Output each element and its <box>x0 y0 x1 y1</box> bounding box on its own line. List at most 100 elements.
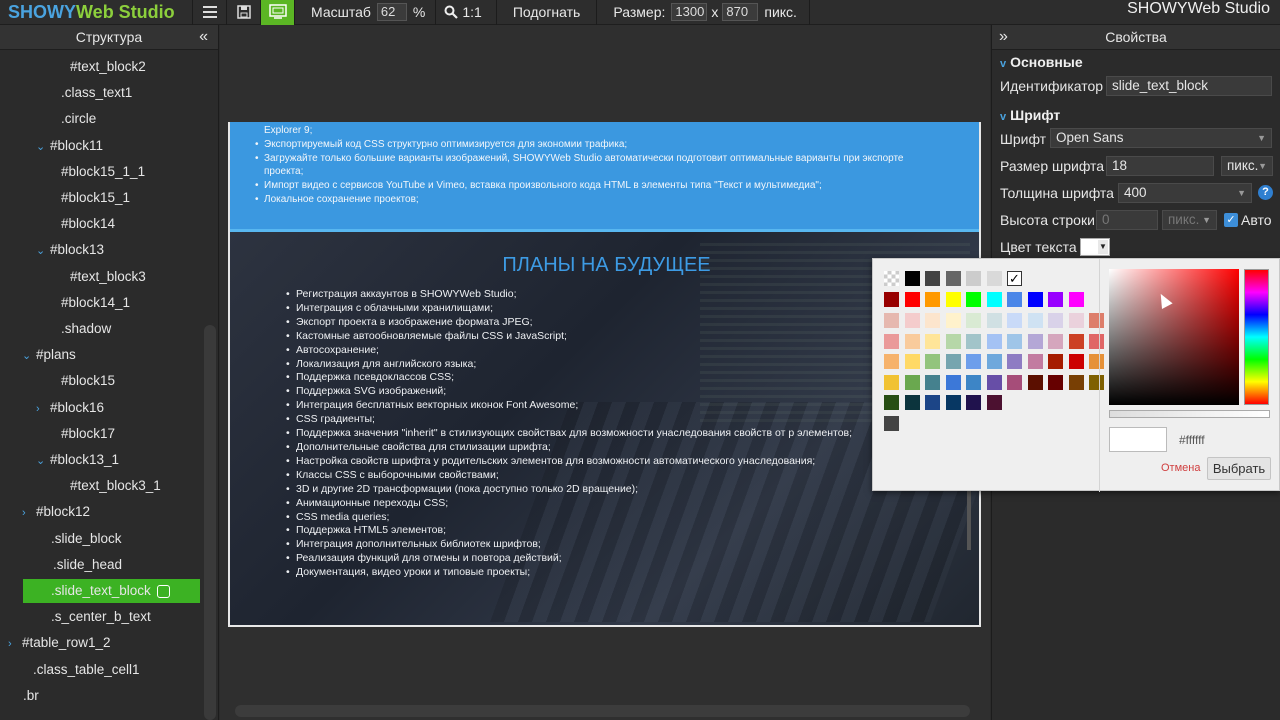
color-swatch[interactable] <box>986 313 1002 328</box>
color-swatch[interactable] <box>1048 292 1063 307</box>
collapse-panel-icon[interactable]: « <box>199 28 208 46</box>
tree-item[interactable]: #block15_1 <box>61 186 130 210</box>
color-swatch[interactable] <box>945 333 961 349</box>
font-size-input[interactable]: 18 <box>1106 156 1214 176</box>
tree-item[interactable]: #text_block3 <box>70 265 146 289</box>
font-size-units-select[interactable]: пикс. ▼ <box>1221 156 1273 176</box>
tree-item[interactable]: .class_table_cell1 <box>33 658 140 682</box>
color-swatch[interactable] <box>884 415 899 431</box>
color-swatch[interactable] <box>1007 354 1022 369</box>
tree-item[interactable]: .circle <box>61 107 96 131</box>
color-swatch[interactable] <box>884 313 899 328</box>
color-swatch[interactable] <box>966 313 981 328</box>
color-swatch[interactable] <box>884 333 899 349</box>
color-swatch[interactable] <box>1027 292 1043 307</box>
menu-button[interactable] <box>192 0 226 25</box>
tree-item[interactable]: .slide_head <box>53 553 122 577</box>
hue-slider[interactable] <box>1244 269 1269 405</box>
color-swatch[interactable] <box>1089 354 1104 369</box>
font-section-title[interactable]: v Шрифт <box>1000 107 1060 123</box>
tree-item[interactable]: .class_text1 <box>61 81 132 105</box>
save-button[interactable] <box>226 0 260 25</box>
color-swatch[interactable] <box>1007 374 1022 390</box>
preview-button[interactable] <box>260 0 294 25</box>
color-swatch[interactable] <box>1007 333 1022 349</box>
tree-item[interactable]: #block14 <box>61 212 115 236</box>
canvas-horizontal-scrollbar[interactable] <box>235 705 970 717</box>
color-swatch[interactable] <box>925 271 940 286</box>
color-swatch[interactable] <box>1048 333 1063 349</box>
color-swatch[interactable] <box>945 395 961 410</box>
color-swatch[interactable] <box>1068 292 1084 307</box>
color-swatch[interactable] <box>1007 313 1022 328</box>
chevron-down-icon[interactable]: ⌄ <box>36 239 50 263</box>
color-swatch[interactable] <box>986 354 1002 369</box>
color-swatch[interactable] <box>1048 313 1063 328</box>
color-swatch[interactable] <box>1068 354 1084 369</box>
height-input[interactable]: 870 <box>722 3 759 21</box>
page-preview[interactable]: Explorer 9; Экспортируемый код CSS структ… <box>228 122 981 627</box>
tree-item[interactable]: .s_center_b_text <box>51 605 151 629</box>
zoom-1-1-button[interactable]: 1:1 <box>435 0 495 25</box>
color-swatch[interactable] <box>925 354 940 369</box>
alpha-slider[interactable] <box>1109 410 1270 418</box>
color-swatch[interactable] <box>904 292 920 307</box>
tree-item[interactable]: .br <box>23 684 39 708</box>
help-icon[interactable]: ? <box>1258 185 1273 200</box>
color-swatch[interactable] <box>945 313 961 328</box>
plans-section[interactable]: ПЛАНЫ НА БУДУЩЕЕ Регистрация аккаунтов в… <box>230 232 979 625</box>
fit-button[interactable]: Подогнать <box>495 0 597 25</box>
color-swatch[interactable] <box>884 292 899 307</box>
tree-item[interactable]: ⌄ #block11 <box>36 134 103 158</box>
color-swatch[interactable] <box>884 395 899 410</box>
text-color-swatch[interactable]: ▼ <box>1080 238 1110 256</box>
color-swatch[interactable] <box>1027 354 1043 369</box>
color-swatch[interactable] <box>904 313 920 328</box>
structure-scrollbar[interactable] <box>204 325 216 720</box>
color-swatch[interactable] <box>1089 374 1104 390</box>
chevron-right-icon[interactable]: › <box>8 632 22 656</box>
color-swatch[interactable] <box>1068 333 1084 349</box>
expand-panel-icon[interactable]: » <box>999 28 1008 46</box>
color-swatch[interactable] <box>986 271 1002 286</box>
color-swatch[interactable] <box>966 271 981 286</box>
color-swatch[interactable] <box>904 395 920 410</box>
color-swatch[interactable] <box>925 292 940 307</box>
font-select[interactable]: Open Sans ▼ <box>1050 128 1272 148</box>
color-swatch[interactable] <box>945 354 961 369</box>
hex-input[interactable]: #ffffff <box>1179 430 1273 450</box>
tree-item[interactable]: #block15 <box>61 369 115 393</box>
color-swatch[interactable] <box>1089 333 1104 349</box>
color-swatch[interactable] <box>904 354 920 369</box>
line-height-units-select[interactable]: пикс. ▼ <box>1162 210 1217 230</box>
line-height-input[interactable]: 0 <box>1096 210 1158 230</box>
tree-item[interactable]: #text_block3_1 <box>70 474 161 498</box>
auto-line-height-checkbox[interactable]: ✓ <box>1224 213 1238 227</box>
scale-input[interactable]: 62 <box>376 3 407 21</box>
plans-title[interactable]: ПЛАНЫ НА БУДУЩЕЕ <box>230 254 979 277</box>
color-swatch[interactable] <box>1068 313 1084 328</box>
color-swatch[interactable] <box>986 333 1002 349</box>
color-swatch[interactable] <box>945 374 961 390</box>
width-input[interactable]: 1300 <box>671 3 708 21</box>
color-swatch[interactable] <box>966 395 981 410</box>
color-swatch[interactable] <box>884 374 899 390</box>
color-swatch[interactable] <box>1048 354 1063 369</box>
color-swatch[interactable] <box>966 333 981 349</box>
tree-item[interactable]: #block14_1 <box>61 291 130 315</box>
color-swatch[interactable] <box>1027 333 1043 349</box>
color-swatch[interactable] <box>1027 374 1043 390</box>
color-swatch[interactable] <box>904 271 920 286</box>
color-swatch[interactable] <box>925 374 940 390</box>
chevron-down-icon[interactable]: ⌄ <box>22 344 36 368</box>
tree-item[interactable]: › #block12 <box>22 500 90 524</box>
cancel-button[interactable]: Отмена <box>1161 462 1200 474</box>
tree-item[interactable]: .slide_text_block <box>23 579 200 603</box>
color-swatch[interactable] <box>945 271 961 286</box>
tree-item[interactable]: ⌄ #plans <box>22 343 76 367</box>
tree-item[interactable]: #text_block2 <box>70 55 146 79</box>
plans-list[interactable]: Регистрация аккаунтов в SHOWYWeb Studio;… <box>286 288 871 580</box>
color-swatch[interactable] <box>986 292 1002 307</box>
color-swatch[interactable] <box>1068 374 1084 390</box>
color-swatch[interactable] <box>1007 292 1022 307</box>
